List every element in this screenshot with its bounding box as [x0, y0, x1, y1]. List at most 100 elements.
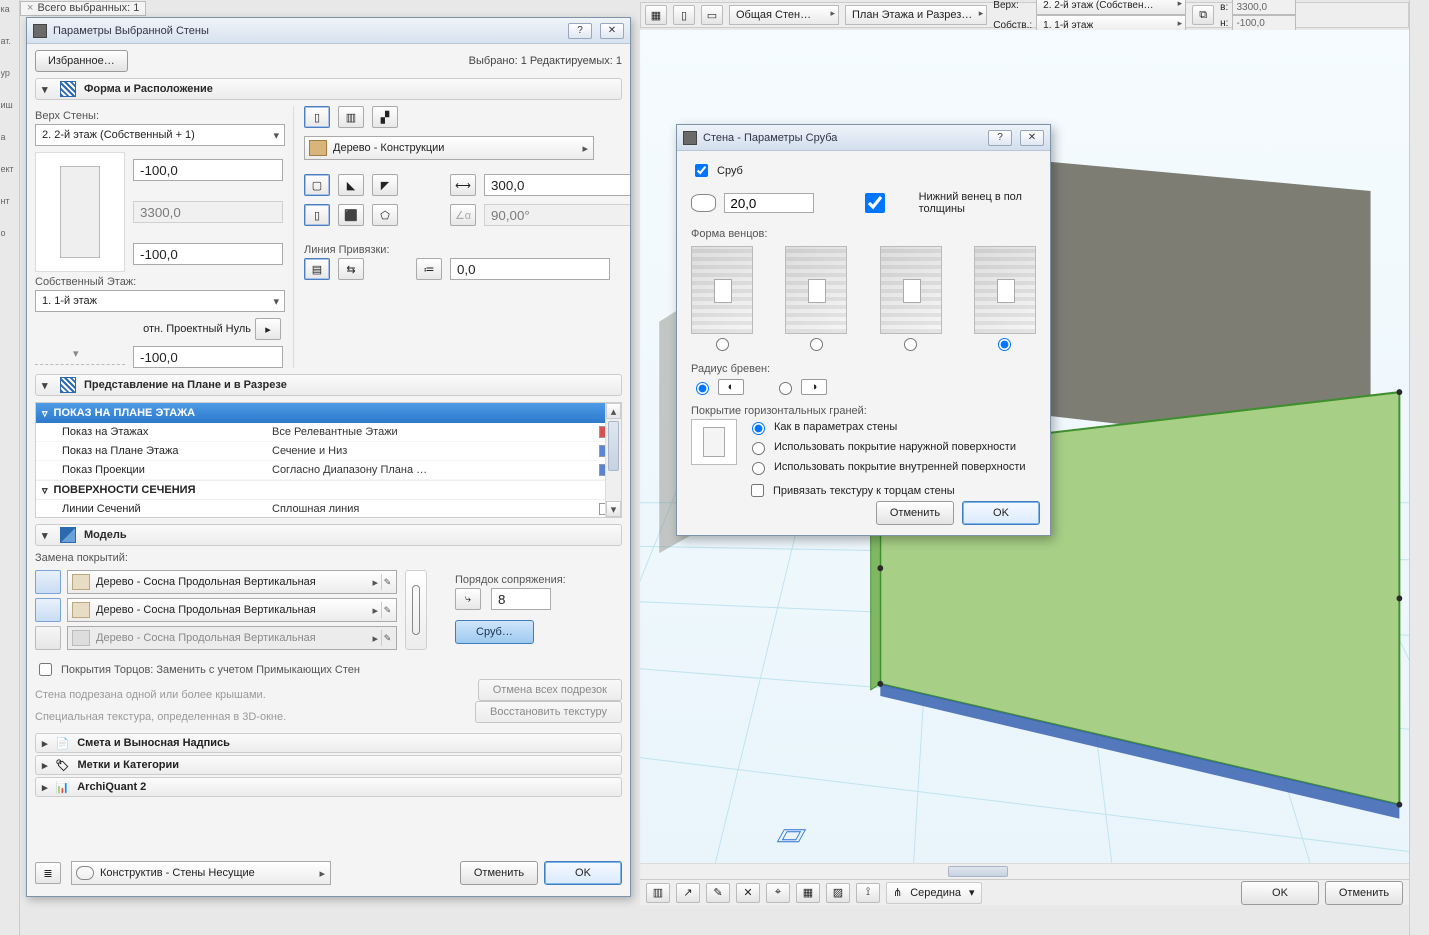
- vp-ok-button[interactable]: OK: [1241, 881, 1319, 905]
- cover-opt-wall[interactable]: Как в параметрах стены: [747, 419, 1026, 435]
- vp-cancel-button[interactable]: Отменить: [1325, 881, 1403, 905]
- infobar-top-link-dropdown[interactable]: 2. 2-й этаж (Собствен…: [1036, 0, 1186, 15]
- bottom-offset-input[interactable]: [133, 243, 283, 265]
- scroll-thumb[interactable]: [608, 421, 619, 471]
- half-log-checkbox[interactable]: Нижний венец в пол толщины: [836, 190, 1036, 216]
- infobar-dim-icon[interactable]: ⧉: [1192, 5, 1214, 25]
- log-shape-1-radio[interactable]: [716, 338, 729, 351]
- section-tags-header[interactable]: ▸ 🏷 Метки и Категории: [35, 755, 622, 775]
- log-diameter-input[interactable]: [724, 193, 814, 213]
- geom-doubleslant-button[interactable]: ◤: [372, 174, 398, 196]
- geometry-method-1[interactable]: ▯: [673, 5, 695, 25]
- surface-link-chain[interactable]: [405, 570, 427, 650]
- log-shape-2-radio[interactable]: [810, 338, 823, 351]
- profile-rect-button[interactable]: ▯: [304, 204, 330, 226]
- log-settings-button[interactable]: Сруб…: [455, 620, 534, 644]
- infobar-view-dropdown[interactable]: План Этажа и Разрез…: [845, 5, 987, 25]
- cancel-button[interactable]: Отменить: [460, 861, 538, 885]
- log-ok-button[interactable]: OK: [962, 501, 1040, 525]
- profile-slant-button[interactable]: ⬛: [338, 204, 364, 226]
- edit-icon[interactable]: ✎: [381, 602, 393, 618]
- scroll-up-icon[interactable]: ▴: [606, 403, 621, 419]
- log-radius-opt1[interactable]: ◐: [691, 379, 744, 395]
- log-enable-checkbox[interactable]: Сруб: [691, 161, 1036, 180]
- junction-input[interactable]: [491, 588, 551, 610]
- viewport-hscroll[interactable]: [640, 863, 1409, 879]
- thickness-input[interactable]: [484, 174, 630, 196]
- geometry-method-2[interactable]: ▭: [701, 5, 723, 25]
- refline-flip-button[interactable]: ⇆: [338, 258, 364, 280]
- close-button[interactable]: ✕: [600, 23, 624, 39]
- geom-slanted-button[interactable]: ◣: [338, 174, 364, 196]
- infobar-material-dropdown[interactable]: Общая Стен…: [729, 5, 839, 25]
- help-button[interactable]: ?: [568, 23, 592, 39]
- infobar-height-input[interactable]: [1232, 0, 1296, 15]
- snap-mode[interactable]: ⋔ Середина ▾: [886, 882, 982, 904]
- vp-tool-2[interactable]: ↗: [676, 883, 700, 903]
- cut-row-lines[interactable]: Линии СеченийСплошная линия: [36, 500, 621, 518]
- close-icon[interactable]: ×: [27, 2, 33, 14]
- refline-side-button[interactable]: ▤: [304, 258, 330, 280]
- vp-tool-5[interactable]: ⌖: [766, 883, 790, 903]
- plan-group-header[interactable]: ▿ ПОКАЗ НА ПЛАНЕ ЭТАЖА: [36, 403, 621, 423]
- section-listing-header[interactable]: ▸ 📄 Смета и Выносная Надпись: [35, 733, 622, 753]
- surface-edge-dropdown[interactable]: Дерево - Сосна Продольная Вертикальная✎: [67, 598, 397, 622]
- restore-texture-button[interactable]: Восстановить текстуру: [475, 701, 622, 723]
- plan-row-show-on[interactable]: Показ на ЭтажахВсе Релевантные Этажи: [36, 423, 621, 442]
- selection-tab[interactable]: × Всего выбранных: 1: [20, 1, 146, 16]
- vp-tool-6[interactable]: ▦: [796, 883, 820, 903]
- edit-icon[interactable]: ✎: [381, 630, 393, 646]
- vp-tool-4[interactable]: ✕: [736, 883, 760, 903]
- layer-icon-button[interactable]: ≣: [35, 862, 61, 884]
- log-radius-opt2[interactable]: ◑: [774, 379, 827, 395]
- end-surfaces-checkbox[interactable]: Покрытия Торцов: Заменить с учетом Примы…: [35, 660, 622, 679]
- edit-icon[interactable]: ✎: [381, 574, 393, 590]
- help-button[interactable]: ?: [988, 130, 1012, 146]
- refline-offset-input[interactable]: [450, 258, 610, 280]
- surface-inner-dropdown[interactable]: Дерево - Сосна Продольная Вертикальная✎: [67, 626, 397, 650]
- vp-tool-8[interactable]: ⟟: [856, 883, 880, 903]
- plan-row-projection[interactable]: Показ ПроекцииСогласно Диапазону Плана …: [36, 461, 621, 480]
- structure-profile-button[interactable]: ▞: [372, 106, 398, 128]
- structure-composite-button[interactable]: ▥: [338, 106, 364, 128]
- log-cancel-button[interactable]: Отменить: [876, 501, 954, 525]
- plan-row-display[interactable]: Показ на Плане ЭтажаСечение и Низ: [36, 442, 621, 461]
- log-shape-4-radio[interactable]: [998, 338, 1011, 351]
- ok-button[interactable]: OK: [544, 861, 622, 885]
- structure-basic-button[interactable]: ▯: [304, 106, 330, 128]
- infobar-offset-input[interactable]: [1232, 15, 1296, 31]
- vp-tool-7[interactable]: ▨: [826, 883, 850, 903]
- override-inner-toggle[interactable]: [35, 626, 61, 650]
- section-plan-header[interactable]: ▾ Представление на Плане и в Разрезе: [35, 374, 622, 396]
- vp-tool-3[interactable]: ✎: [706, 883, 730, 903]
- log-shape-3-radio[interactable]: [904, 338, 917, 351]
- top-link-dropdown[interactable]: 2. 2-й этаж (Собственный + 1): [35, 124, 285, 146]
- top-offset-input[interactable]: [133, 159, 283, 181]
- geom-straight-button[interactable]: ▢: [304, 174, 330, 196]
- home-story-dropdown[interactable]: 1. 1-й этаж: [35, 290, 285, 312]
- undo-crops-button[interactable]: Отмена всех подрезок: [478, 679, 622, 701]
- cover-opt-outer[interactable]: Использовать покрытие наружной поверхнос…: [747, 439, 1026, 455]
- override-edge-toggle[interactable]: [35, 598, 61, 622]
- infobar-tool-icon[interactable]: ▦: [645, 5, 667, 25]
- section-archiquant-header[interactable]: ▸ 📊 ArchiQuant 2: [35, 777, 622, 797]
- dialog-titlebar[interactable]: Параметры Выбранной Стены ? ✕: [27, 18, 630, 44]
- to-zero-icon-button[interactable]: ▸: [255, 318, 281, 340]
- texture-align-checkbox[interactable]: Привязать текстуру к торцам стены: [747, 481, 1026, 500]
- surface-outer-dropdown[interactable]: Дерево - Сосна Продольная Вертикальная✎: [67, 570, 397, 594]
- section-model-header[interactable]: ▾ Модель: [35, 524, 622, 546]
- favorites-button[interactable]: Избранное…: [35, 50, 128, 72]
- profile-trap-button[interactable]: ⬠: [372, 204, 398, 226]
- plan-list-scrollbar[interactable]: ▴ ▾: [605, 403, 621, 517]
- to-zero-input[interactable]: [133, 346, 283, 368]
- cut-group-header[interactable]: ▿ ПОВЕРХНОСТИ СЕЧЕНИЯ: [36, 480, 621, 500]
- building-material-dropdown[interactable]: Дерево - Конструкции: [304, 136, 594, 160]
- layer-dropdown[interactable]: Конструктив - Стены Несущие: [71, 861, 331, 885]
- override-outer-toggle[interactable]: [35, 570, 61, 594]
- cover-opt-inner[interactable]: Использовать покрытие внутренней поверхн…: [747, 459, 1026, 475]
- vp-tool-1[interactable]: ▥: [646, 883, 670, 903]
- scroll-down-icon[interactable]: ▾: [606, 501, 621, 517]
- section-shape-header[interactable]: ▾ Форма и Расположение: [35, 78, 622, 100]
- wall-height-input[interactable]: [133, 201, 283, 223]
- close-button[interactable]: ✕: [1020, 130, 1044, 146]
